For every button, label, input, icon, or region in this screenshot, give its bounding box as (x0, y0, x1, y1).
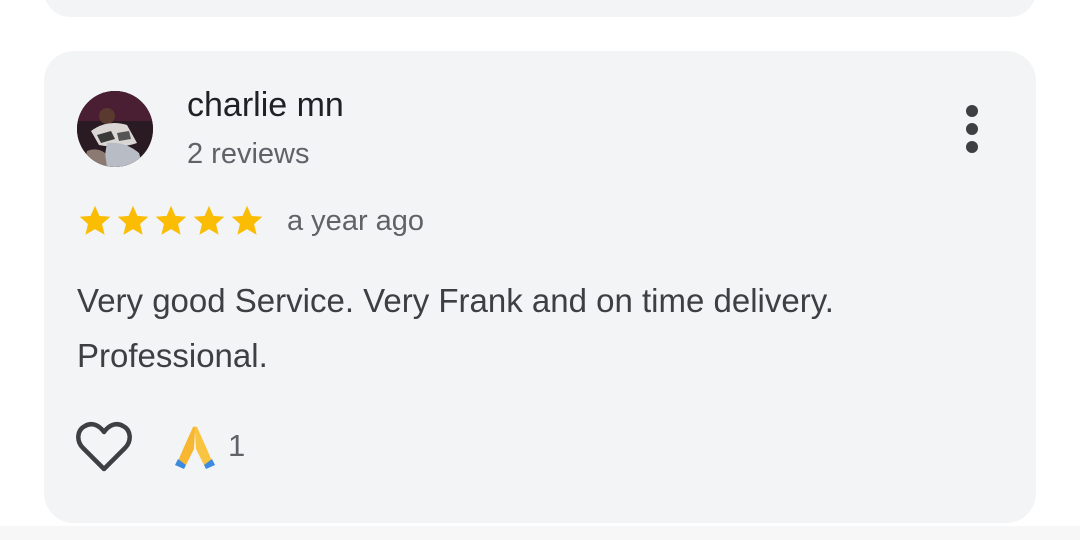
stars (77, 203, 267, 239)
review-count[interactable]: 2 reviews (187, 137, 310, 171)
avatar-photo (77, 91, 153, 167)
reaction-button[interactable]: 1 (174, 423, 245, 469)
star-icon (117, 205, 149, 235)
review-text: Very good Service. Very Frank and on tim… (77, 282, 834, 374)
review-date: a year ago (287, 205, 425, 237)
reaction-count: 1 (228, 428, 246, 463)
more-vert-icon-dot (966, 105, 978, 117)
like-button[interactable] (75, 419, 133, 475)
bottom-divider (0, 526, 1080, 540)
folded-hands-icon (175, 426, 215, 469)
star-icon (79, 205, 111, 235)
previous-review-card (44, 0, 1036, 17)
more-options-button[interactable] (952, 101, 992, 157)
star-rating: a year ago (77, 201, 424, 241)
star-icon (155, 205, 187, 235)
more-vert-icon-dot (966, 123, 978, 135)
star-icon (231, 205, 263, 235)
heart-outline-icon (76, 422, 132, 472)
star-icon (193, 205, 225, 235)
review-card: charlie mn 2 reviews a year ago Very goo… (44, 51, 1036, 523)
author-name[interactable]: charlie mn (187, 85, 344, 125)
avatar[interactable] (77, 91, 153, 167)
more-vert-icon-dot (966, 141, 978, 153)
